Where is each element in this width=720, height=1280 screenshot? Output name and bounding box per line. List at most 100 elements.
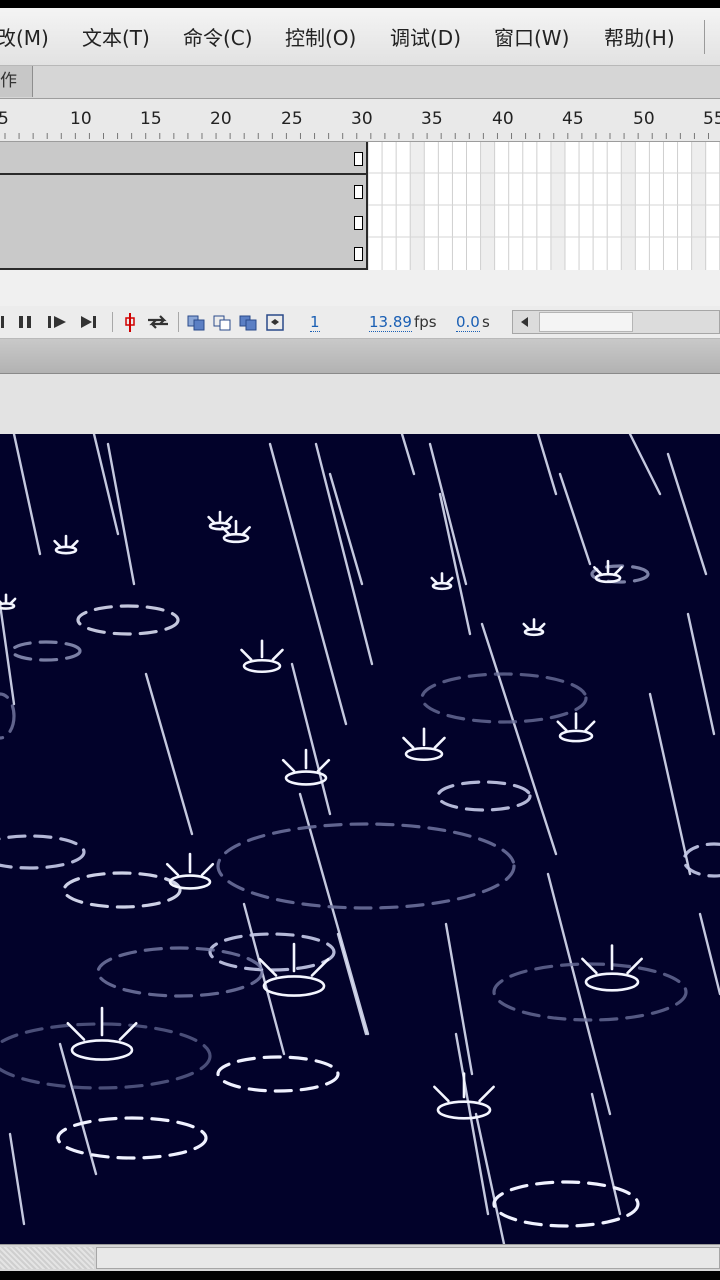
stage-canvas[interactable] xyxy=(0,434,720,1244)
ripple-ring xyxy=(492,1180,640,1228)
loop-icon[interactable] xyxy=(144,310,172,334)
current-frame-value[interactable]: 1 xyxy=(310,313,320,332)
ruler-label: 40 xyxy=(492,109,514,129)
step-back-icon[interactable] xyxy=(0,310,8,334)
splash xyxy=(522,618,546,637)
scroll-track[interactable] xyxy=(0,1247,94,1269)
rain-streak xyxy=(328,472,364,586)
rain-streak xyxy=(536,434,558,496)
layer-row[interactable] xyxy=(0,175,366,208)
tab-row: 作 xyxy=(0,66,720,99)
splash xyxy=(556,712,596,743)
splash xyxy=(433,1072,495,1120)
rain-streak xyxy=(12,434,42,556)
timeline-hscrollbar[interactable] xyxy=(512,310,720,334)
center-frame-icon[interactable] xyxy=(120,310,140,334)
frame-ruler[interactable]: 5 10 15 20 25 30 35 40 45 50 55 xyxy=(0,99,720,142)
ruler-label: 15 xyxy=(140,109,162,129)
workspace-area xyxy=(0,374,720,434)
rain-streak xyxy=(8,1132,26,1226)
ripple-ring xyxy=(96,946,264,998)
menu-commands[interactable]: 命令(C) xyxy=(183,22,253,51)
rain-streak xyxy=(106,442,136,586)
ruler-label: 55 xyxy=(703,109,720,129)
scroll-thumb[interactable] xyxy=(96,1247,720,1269)
splash xyxy=(207,510,233,531)
timeline-tab[interactable]: 作 xyxy=(0,66,33,97)
ruler-label: 10 xyxy=(70,109,92,129)
rain-streak xyxy=(400,434,416,476)
ripple-ring xyxy=(492,962,688,1022)
rain-streak xyxy=(628,434,662,496)
elapsed-time-unit: s xyxy=(482,313,490,331)
pause-icon[interactable] xyxy=(16,310,38,334)
keyframe-marker[interactable] xyxy=(354,216,363,230)
ripple-ring xyxy=(420,672,588,724)
menu-separator xyxy=(704,20,705,54)
frame-grid[interactable] xyxy=(368,142,720,270)
splash xyxy=(240,639,284,674)
rain-streak xyxy=(428,442,468,586)
rain-streak xyxy=(474,1112,506,1244)
rain-streak xyxy=(454,1032,490,1216)
layers-panel xyxy=(0,142,720,270)
ruler-label: 20 xyxy=(210,109,232,129)
menu-text[interactable]: 文本(T) xyxy=(82,22,150,51)
ripple-ring xyxy=(216,822,516,910)
bottom-border xyxy=(0,1271,720,1280)
splash xyxy=(402,727,446,762)
scroll-thumb[interactable] xyxy=(539,312,633,332)
layer-row[interactable] xyxy=(0,142,366,175)
rain-streak xyxy=(144,672,194,836)
menu-debug[interactable]: 调试(D) xyxy=(390,22,461,51)
rain-streak xyxy=(666,452,708,576)
play-icon[interactable] xyxy=(46,310,70,334)
ruler-label: 50 xyxy=(633,109,655,129)
go-to-end-icon[interactable] xyxy=(78,310,102,334)
rain-streak xyxy=(438,492,472,636)
stage-hscrollbar[interactable] xyxy=(0,1244,720,1272)
ruler-label: 5 xyxy=(0,109,9,129)
menu-window[interactable]: 窗口(W) xyxy=(494,22,569,51)
fps-value[interactable]: 13.89 xyxy=(369,313,412,332)
rain-streak xyxy=(0,602,16,706)
edit-multiple-frames-icon[interactable] xyxy=(238,310,260,334)
menu-help[interactable]: 帮助(H) xyxy=(604,22,675,51)
splash xyxy=(258,942,330,997)
rain-streak xyxy=(480,622,558,856)
rain-streak xyxy=(648,692,692,876)
ripple-ring xyxy=(10,640,82,662)
rain-streak xyxy=(314,442,374,666)
layer-row[interactable] xyxy=(0,206,366,239)
panel-divider[interactable] xyxy=(0,339,720,374)
rain-streak xyxy=(590,1092,622,1216)
keyframe-marker[interactable] xyxy=(354,152,363,166)
keyframe-marker[interactable] xyxy=(354,185,363,199)
splash xyxy=(581,944,643,992)
rain-streak xyxy=(546,872,612,1116)
ripple-ring xyxy=(0,1022,212,1090)
ripple-ring xyxy=(436,780,532,812)
rain-streak xyxy=(298,792,370,1036)
onion-skin-outline-icon[interactable] xyxy=(212,310,234,334)
onion-skin-icon[interactable] xyxy=(186,310,208,334)
splash xyxy=(430,572,454,591)
fps-unit: fps xyxy=(414,313,437,331)
top-border xyxy=(0,0,720,8)
layer-row[interactable] xyxy=(0,237,366,270)
keyframe-marker[interactable] xyxy=(354,247,363,261)
timeline-controls: 1 13.89 fps 0.0 s xyxy=(0,306,720,339)
splash xyxy=(0,593,17,610)
modify-onion-markers-icon[interactable] xyxy=(264,310,288,334)
menu-bar: 改(M) 文本(T) 命令(C) 控制(O) 调试(D) 窗口(W) 帮助(H) xyxy=(0,8,720,66)
ruler-label: 45 xyxy=(562,109,584,129)
menu-modify[interactable]: 改(M) xyxy=(0,22,49,51)
ripple-ring xyxy=(76,604,180,636)
separator xyxy=(112,312,113,332)
menu-control[interactable]: 控制(O) xyxy=(285,22,356,51)
ruler-label: 25 xyxy=(281,109,303,129)
rain-streak xyxy=(686,612,716,736)
scroll-left-icon[interactable] xyxy=(515,313,535,331)
elapsed-time-value[interactable]: 0.0 xyxy=(456,313,480,332)
ripple-ring xyxy=(0,692,16,740)
